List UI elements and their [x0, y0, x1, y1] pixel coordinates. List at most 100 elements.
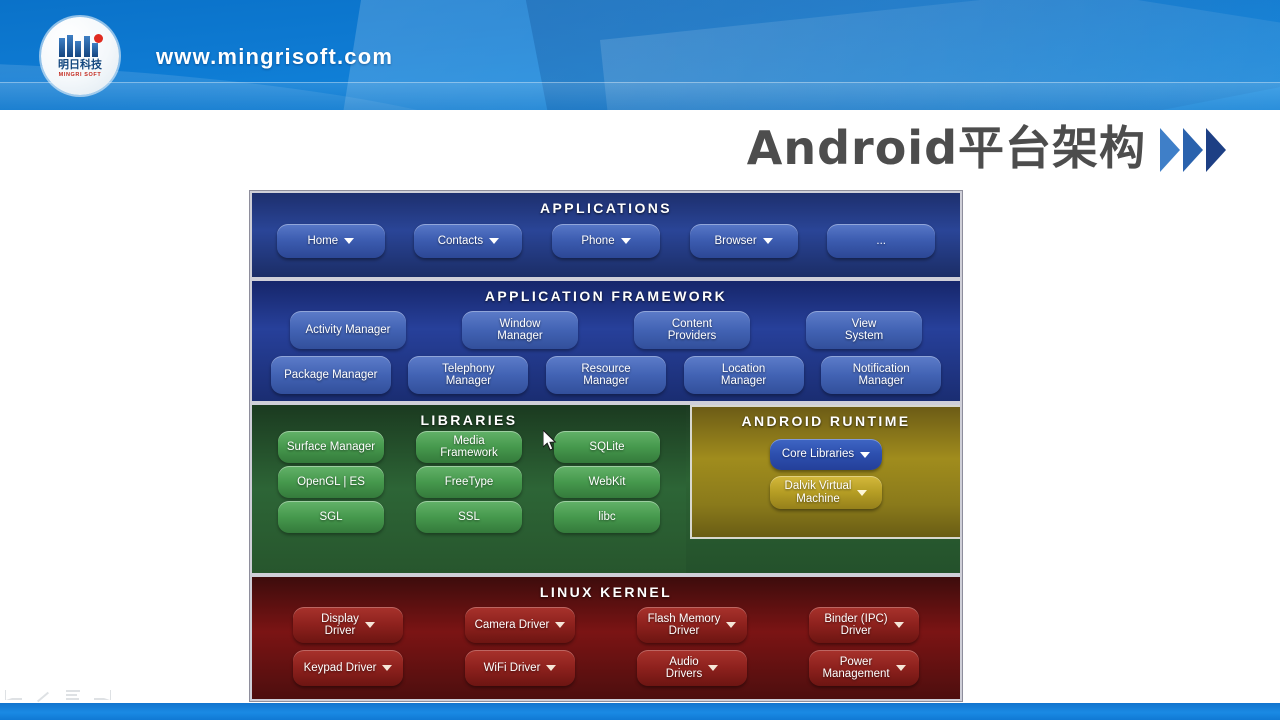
kernel-label-wifi-driver: WiFi Driver	[483, 661, 541, 674]
menu-icon[interactable]	[66, 690, 80, 704]
kernel-item-keypad-driver[interactable]: Keypad Driver	[293, 650, 403, 686]
framework-label-activity-manager: Activity Manager	[305, 323, 391, 336]
layer-libraries-and-runtime: Libraries Surface Manager Media Framewor…	[250, 403, 962, 575]
framework-label-resource-manager-line1: Resource	[581, 362, 631, 375]
library-item-surface-manager[interactable]: Surface Manager	[278, 431, 384, 463]
kernel-item-display-driver[interactable]: Display Driver	[293, 607, 403, 643]
android-architecture-diagram: Applications Home Contacts Phone Browser	[249, 190, 963, 702]
app-button-contacts[interactable]: Contacts	[414, 224, 523, 258]
runtime-item-core-libraries[interactable]: Core Libraries	[770, 439, 882, 470]
app-button-more[interactable]: ...	[827, 224, 936, 258]
framework-item-notification-manager[interactable]: Notification Manager	[821, 356, 942, 394]
framework-item-content-providers[interactable]: Content Providers	[634, 311, 750, 349]
kernel-item-power-management[interactable]: Power Management	[809, 650, 919, 686]
kernel-label-binder-ipc-line2: Driver	[840, 625, 872, 637]
kernel-label-audio-drivers: Audio Drivers	[666, 656, 702, 681]
chevron-down-icon	[546, 665, 557, 671]
framework-label-telephony-manager: Telephony Manager	[442, 363, 494, 388]
framework-item-resource-manager[interactable]: Resource Manager	[545, 356, 666, 394]
framework-label-view-system: View System	[845, 318, 883, 343]
presenter-toolbar[interactable]	[6, 690, 110, 704]
kernel-row-1: Display Driver Camera Driver Flash Memor…	[252, 607, 960, 643]
library-label-media-framework-line2: Framework	[440, 447, 498, 459]
framework-item-window-manager[interactable]: Window Manager	[462, 311, 578, 349]
kernel-item-binder-ipc-driver[interactable]: Binder (IPC) Driver	[809, 607, 919, 643]
library-item-libc[interactable]: libc	[554, 501, 660, 533]
chevron-down-icon	[620, 238, 631, 244]
kernel-label-binder-ipc-driver: Binder (IPC) Driver	[824, 613, 887, 638]
library-item-webkit[interactable]: WebKit	[554, 466, 660, 498]
framework-row-1: Activity Manager Window Manager Content …	[252, 311, 960, 349]
library-label-sqlite: SQLite	[589, 440, 625, 453]
runtime-item-dalvik-virtual-machine[interactable]: Dalvik Virtual Machine	[770, 476, 882, 509]
layer-application-framework: Application Framework Activity Manager W…	[250, 279, 962, 403]
framework-label-window-manager-line2: Manager	[497, 330, 543, 342]
libraries-row-2: OpenGL | ES FreeType WebKit	[252, 466, 686, 498]
chevron-down-icon	[555, 622, 566, 628]
kernel-row-2: Keypad Driver WiFi Driver Audio Drivers	[252, 650, 960, 686]
framework-label-content-providers-line1: Content	[671, 317, 713, 330]
kernel-label-power-management: Power Management	[822, 656, 889, 681]
kernel-label-audio-drivers-line2: Drivers	[665, 668, 703, 680]
framework-label-view-system-line1: View	[851, 317, 877, 330]
panel-android-runtime: Android Runtime Core Libraries Dalvik Vi…	[690, 405, 960, 539]
framework-label-notification-manager-line2: Manager	[858, 375, 904, 387]
layer-title-android-runtime: Android Runtime	[741, 413, 911, 429]
kernel-item-flash-memory-driver[interactable]: Flash Memory Driver	[637, 607, 747, 643]
kernel-item-wifi-driver[interactable]: WiFi Driver	[465, 650, 575, 686]
library-label-webkit: WebKit	[588, 475, 626, 488]
libraries-row-3: SGL SSL libc	[252, 501, 686, 533]
kernel-item-audio-drivers[interactable]: Audio Drivers	[637, 650, 747, 686]
kernel-label-display-driver-line2: Driver	[324, 625, 356, 637]
framework-label-resource-manager: Resource Manager	[581, 363, 630, 388]
library-label-opengl-es: OpenGL | ES	[297, 475, 365, 488]
chevron-down-icon	[857, 489, 868, 496]
library-label-sgl: SGL	[319, 510, 343, 523]
runtime-label-dalvik-virtual-machine: Dalvik Virtual Machine	[785, 480, 852, 505]
kernel-label-keypad-driver: Keypad Driver	[303, 661, 377, 674]
library-item-opengl-es[interactable]: OpenGL | ES	[278, 466, 384, 498]
kernel-label-audio-drivers-line1: Audio	[669, 655, 699, 668]
mingrisoft-logo: 明日科技 MINGRI SOFT	[41, 17, 119, 95]
library-item-media-framework[interactable]: Media Framework	[416, 431, 522, 463]
chevron-down-icon	[895, 665, 906, 671]
framework-label-resource-manager-line2: Manager	[583, 375, 629, 387]
library-label-media-framework-line1: Media	[453, 434, 485, 447]
framework-item-telephony-manager[interactable]: Telephony Manager	[408, 356, 529, 394]
app-label-more: ...	[876, 234, 886, 247]
kernel-label-flash-memory-line2: Driver	[668, 625, 700, 637]
framework-label-content-providers-line2: Providers	[667, 330, 717, 342]
kernel-label-power-management-line1: Power	[839, 655, 873, 668]
library-item-sqlite[interactable]: SQLite	[554, 431, 660, 463]
page-title: Android平台架构	[746, 121, 1146, 175]
framework-item-view-system[interactable]: View System	[806, 311, 922, 349]
framework-item-location-manager[interactable]: Location Manager	[683, 356, 804, 394]
library-item-freetype[interactable]: FreeType	[416, 466, 522, 498]
kernel-label-flash-memory-driver: Flash Memory Driver	[648, 613, 721, 638]
panel-libraries: Libraries Surface Manager Media Framewor…	[252, 405, 686, 573]
library-item-ssl[interactable]: SSL	[416, 501, 522, 533]
layer-title-libraries: Libraries	[420, 412, 518, 428]
library-item-sgl[interactable]: SGL	[278, 501, 384, 533]
app-button-phone[interactable]: Phone	[551, 224, 660, 258]
kernel-item-camera-driver[interactable]: Camera Driver	[465, 607, 575, 643]
kernel-label-display-driver-line1: Display	[321, 612, 359, 625]
app-label-browser: Browser	[714, 234, 757, 247]
framework-row-2: Package Manager Telephony Manager Resour…	[252, 356, 960, 394]
app-button-home[interactable]: Home	[276, 224, 385, 258]
runtime-label-dalvik-line1: Dalvik Virtual	[784, 480, 852, 492]
previous-slide-icon[interactable]	[6, 690, 22, 704]
app-label-contacts: Contacts	[437, 234, 484, 247]
next-slide-icon[interactable]	[94, 690, 110, 704]
framework-item-package-manager[interactable]: Package Manager	[270, 356, 391, 394]
framework-label-notification-manager: Notification Manager	[853, 363, 910, 388]
slide-title-area: Android平台架构	[747, 120, 1226, 176]
chevron-down-icon	[489, 238, 500, 244]
logo-red-dot-icon	[94, 34, 103, 43]
app-label-phone: Phone	[581, 234, 615, 247]
chevron-down-icon	[382, 665, 393, 671]
pen-tool-icon[interactable]	[36, 690, 52, 704]
app-button-browser[interactable]: Browser	[689, 224, 798, 258]
runtime-buttons: Core Libraries Dalvik Virtual Machine	[692, 439, 960, 509]
framework-item-activity-manager[interactable]: Activity Manager	[290, 311, 406, 349]
